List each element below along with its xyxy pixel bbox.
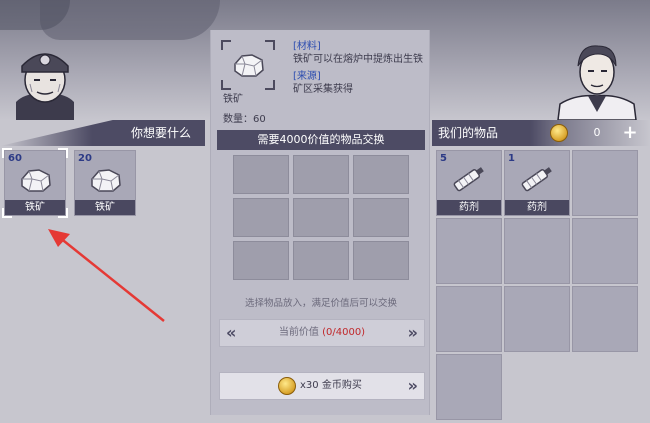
our-item-slot[interactable]: 1 药剂 — [504, 150, 570, 216]
detail-icon-frame — [221, 40, 275, 90]
source-tag: [来源] — [293, 71, 321, 82]
item-count: 1 — [508, 153, 515, 164]
detail-item-quantity: 数量：60 — [223, 114, 266, 125]
empty-item-slot[interactable] — [504, 286, 570, 352]
material-description: 铁矿可以在熔炉中提炼出生铁 — [293, 54, 423, 65]
wanted-item-list: 60 铁矿 20 铁矿 — [2, 148, 136, 218]
empty-item-slot[interactable] — [572, 286, 638, 352]
source-description: 矿区采集获得 — [293, 84, 353, 95]
add-coins-button[interactable]: + — [622, 122, 638, 144]
detail-description: [材料] 铁矿可以在熔炉中提炼出生铁 [来源] 矿区采集获得 — [293, 40, 427, 100]
exchange-slot-grid — [233, 155, 411, 281]
wanted-panel: 你想要什么 60 铁矿 20 铁矿 — [0, 0, 208, 423]
exchange-slot[interactable] — [293, 241, 349, 280]
frame-corner — [221, 40, 231, 50]
our-item-slot[interactable]: 5 药剂 — [436, 150, 502, 216]
current-value-label: 当前价值 — [278, 327, 319, 338]
potion-syringe-icon — [521, 167, 552, 192]
item-name: 铁矿 — [75, 200, 135, 215]
pointer-arrow-annotation — [48, 229, 165, 322]
exchange-slot[interactable] — [233, 241, 289, 280]
exchange-slot[interactable] — [293, 155, 349, 194]
chevron-double-right-icon: » — [407, 323, 418, 342]
coin-buy-label: x30 金币购买 — [300, 380, 362, 391]
miner-npc-portrait — [16, 53, 74, 120]
material-tag: [材料] — [293, 41, 321, 52]
item-name: 药剂 — [437, 200, 501, 215]
item-count: 20 — [78, 153, 92, 164]
current-value-bar: « 当前价值 (0/4000) » — [219, 319, 425, 347]
exchange-slot[interactable] — [353, 241, 409, 280]
exchange-slot[interactable] — [293, 198, 349, 237]
wanted-item-slot[interactable]: 60 铁矿 — [2, 148, 68, 218]
coin-buy-button[interactable]: x30 金币购买 » — [219, 372, 425, 400]
our-items-panel: 我们的物品 0 + 5 药剂 1 药剂 — [432, 0, 650, 423]
potion-syringe-icon — [453, 167, 484, 192]
merchant-npc-portrait — [557, 45, 637, 120]
item-count: 60 — [8, 153, 22, 164]
wanted-banner: 你想要什么 — [0, 120, 205, 146]
chevron-double-right-icon: » — [407, 376, 418, 395]
current-value: (0/4000) — [322, 327, 366, 338]
exchange-slot[interactable] — [353, 155, 409, 194]
chevron-double-left-icon: « — [226, 323, 237, 342]
gold-coin-icon — [550, 124, 568, 142]
empty-item-slot[interactable] — [572, 150, 638, 216]
iron-ore-icon — [21, 169, 51, 192]
frame-corner — [221, 80, 231, 90]
exchange-slot[interactable] — [233, 155, 289, 194]
frame-corner — [265, 80, 275, 90]
detail-item-name: 铁矿 — [223, 94, 243, 105]
iron-ore-icon — [91, 169, 121, 192]
selection-corner — [58, 148, 68, 158]
gold-coin-icon — [278, 377, 296, 395]
wanted-item-slot[interactable]: 20 铁矿 — [74, 150, 136, 216]
coin-count: 0 — [593, 126, 601, 139]
empty-item-slot[interactable] — [436, 218, 502, 284]
empty-item-slot[interactable] — [504, 218, 570, 284]
iron-ore-icon — [234, 54, 264, 77]
empty-item-slot[interactable] — [436, 286, 502, 352]
exchange-slot[interactable] — [233, 198, 289, 237]
exchange-slot[interactable] — [353, 198, 409, 237]
exchange-header: 需要4000价值的物品交换 — [217, 130, 425, 150]
empty-item-slot[interactable] — [572, 218, 638, 284]
our-items-grid: 5 药剂 1 药剂 — [436, 150, 640, 420]
exchange-panel: 铁矿 数量：60 [材料] 铁矿可以在熔炉中提炼出生铁 [来源] 矿区采集获得 … — [210, 30, 430, 415]
item-name: 铁矿 — [5, 200, 65, 215]
coin-balance: 0 + — [542, 122, 642, 144]
empty-item-slot[interactable] — [436, 354, 502, 420]
frame-corner — [265, 40, 275, 50]
item-count: 5 — [440, 153, 447, 164]
item-name: 药剂 — [505, 200, 569, 215]
exchange-hint: 选择物品放入，满足价值后可以交换 — [244, 298, 397, 309]
